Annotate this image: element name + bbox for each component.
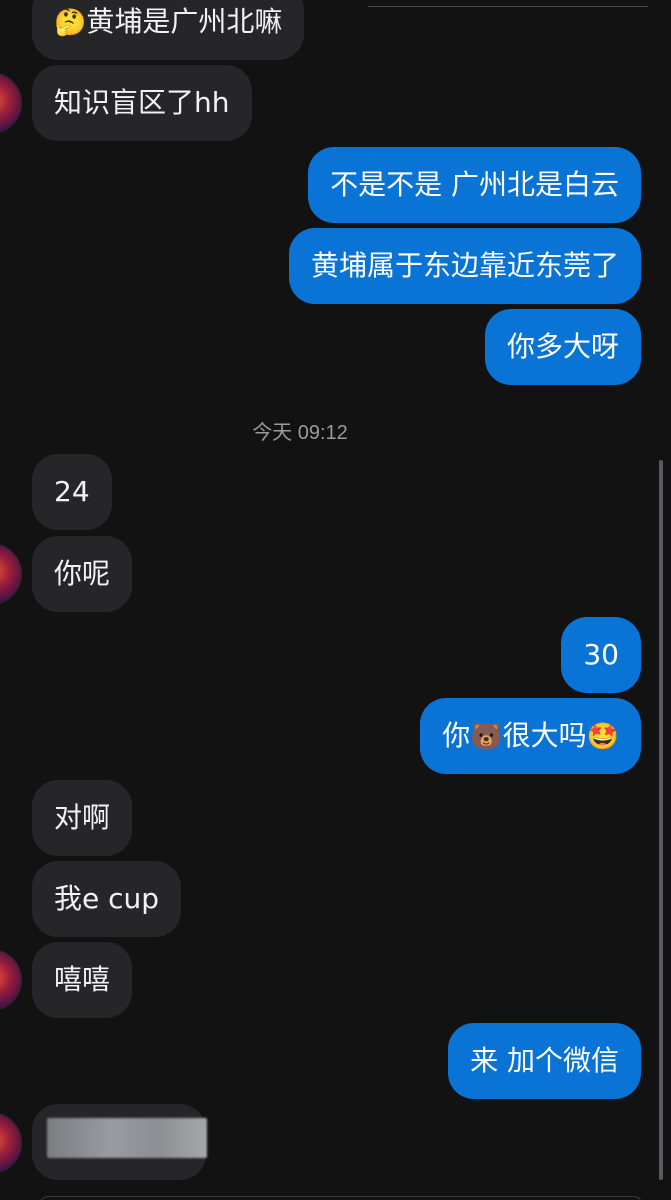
contact-avatar-icon[interactable] bbox=[0, 1112, 22, 1174]
message-text: 来 加个微信 bbox=[470, 1044, 619, 1077]
message-composer[interactable] bbox=[40, 1196, 642, 1200]
message-text: 24 bbox=[54, 475, 90, 508]
star-struck-icon: 🤩 bbox=[586, 722, 619, 752]
message-text: 黄埔是广州北嘛 bbox=[86, 5, 283, 38]
outgoing-message-bubble[interactable]: 你🐻很大吗🤩 bbox=[420, 698, 641, 774]
chat-thread[interactable]: 🤔黄埔是广州北嘛 知识盲区了hh 不是不是 广州北是白云 黄埔属于东边靠近东莞了… bbox=[0, 0, 671, 1200]
message-text: 不是不是 广州北是白云 bbox=[330, 168, 619, 201]
contact-avatar-icon[interactable] bbox=[0, 543, 22, 605]
message-text: 知识盲区了hh bbox=[54, 86, 230, 119]
outgoing-message-bubble[interactable]: 来 加个微信 bbox=[448, 1023, 641, 1099]
outgoing-message-bubble[interactable]: 不是不是 广州北是白云 bbox=[308, 147, 641, 223]
message-text: 对啊 bbox=[54, 801, 111, 834]
incoming-message-bubble[interactable]: 🤔黄埔是广州北嘛 bbox=[32, 0, 305, 60]
message-text: 很大吗 bbox=[502, 719, 587, 752]
message-text: 你 bbox=[442, 719, 471, 752]
incoming-message-bubble[interactable]: 嘻嘻 bbox=[32, 942, 133, 1018]
contact-avatar-icon[interactable] bbox=[0, 949, 22, 1011]
scrollbar[interactable] bbox=[659, 460, 663, 1180]
outgoing-message-bubble[interactable]: 黄埔属于东边靠近东莞了 bbox=[288, 228, 641, 304]
incoming-message-bubble[interactable]: 24 bbox=[32, 454, 112, 530]
bear-face-icon: 🐻 bbox=[470, 722, 503, 752]
incoming-message-bubble[interactable]: 知识盲区了hh bbox=[32, 65, 252, 141]
contact-avatar-icon[interactable] bbox=[0, 72, 22, 134]
incoming-message-bubble[interactable]: 你呢 bbox=[32, 536, 133, 612]
divider bbox=[368, 6, 648, 7]
message-text: 嘻嘻 bbox=[54, 963, 111, 996]
incoming-message-bubble[interactable]: 我e cup bbox=[32, 861, 182, 937]
redacted-content bbox=[47, 1118, 207, 1158]
message-text: 黄埔属于东边靠近东莞了 bbox=[310, 249, 619, 282]
outgoing-message-bubble[interactable]: 你多大呀 bbox=[484, 309, 641, 385]
thinking-face-icon: 🤔 bbox=[54, 8, 87, 38]
message-text: 我e cup bbox=[54, 882, 160, 915]
incoming-message-bubble[interactable]: 对啊 bbox=[32, 780, 133, 856]
timestamp-divider: 今天 09:12 bbox=[252, 422, 348, 444]
message-text: 30 bbox=[583, 638, 619, 671]
message-text: 你多大呀 bbox=[506, 330, 619, 363]
outgoing-message-bubble[interactable]: 30 bbox=[561, 617, 641, 693]
message-text: 你呢 bbox=[54, 557, 111, 590]
